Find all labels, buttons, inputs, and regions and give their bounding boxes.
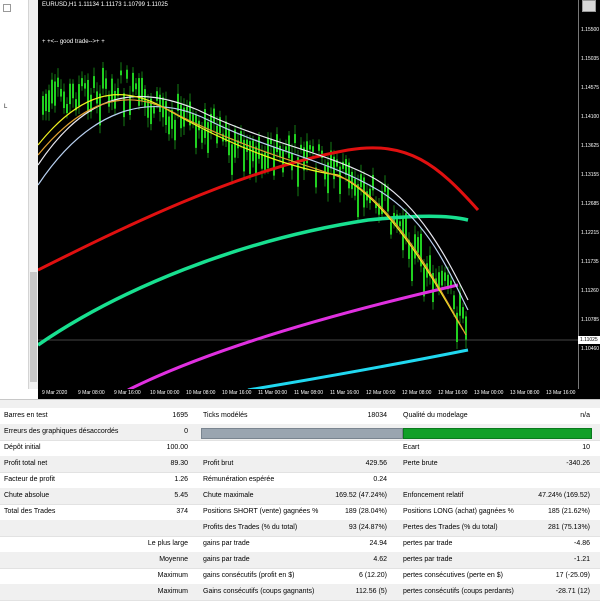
ma-white-line <box>38 95 469 301</box>
trade-annotation: + +<-- good trade-->+ + <box>42 39 105 45</box>
time-tick: 12 Mar 08:00 <box>402 390 432 396</box>
report-row: Dépôt initial 100.00 Ecart 10 <box>0 440 600 457</box>
report-row: Maximum gains consécutifs (profit en $) 6 … <box>0 568 600 585</box>
price-tick: 1.12215 <box>581 230 600 236</box>
time-tick: 11 Mar 00:00 <box>258 390 288 396</box>
report-row: Maximum Gains consécutifs (coups gagnants… <box>0 584 600 601</box>
price-tick: 1.13155 <box>581 172 600 178</box>
time-axis: 9 Mar 2020 9 Mar 08:00 9 Mar 16:00 10 Mar 0… <box>38 389 600 399</box>
report-cell: 18034 <box>367 412 387 419</box>
report-row: Total des Trades 374 Positions SHORT (vent… <box>0 504 600 521</box>
panel-scrollbar[interactable] <box>28 0 38 389</box>
report-row: Facteur de profit 1.26 Rémunération espéré… <box>0 472 600 489</box>
report-cell: Moyenne <box>159 556 188 563</box>
report-row: Profit total net 89.30 Profit brut 429.56 Pe… <box>0 456 600 473</box>
report-cell: 0.24 <box>373 476 387 483</box>
price-tick: 1.11260 <box>581 288 599 294</box>
report-cell: 189 (28.04%) <box>344 508 387 515</box>
time-tick: 9 Mar 08:00 <box>78 390 105 396</box>
time-tick: 9 Mar 16:00 <box>114 390 141 396</box>
report-cell: -4.86 <box>574 540 590 547</box>
chart-close-icon[interactable] <box>582 0 596 12</box>
tester-report: Barres en test 1695 Ticks modélés 18034 Qual… <box>0 408 600 601</box>
report-cell: 281 (75.13%) <box>547 524 590 531</box>
report-cell: 429.56 <box>365 460 387 467</box>
time-tick: 12 Mar 16:00 <box>438 390 468 396</box>
report-cell: 169.52 (47.24%) <box>335 492 387 499</box>
price-tick: 1.14100 <box>581 114 600 120</box>
ma-yellow-line <box>38 94 464 331</box>
report-cell: 17 (-25.09) <box>555 572 590 579</box>
price-tick: 1.12685 <box>581 201 600 207</box>
price-tick: 1.15035 <box>581 56 600 62</box>
ma-magenta-line <box>127 283 459 389</box>
report-cell: -1.21 <box>574 556 590 563</box>
navigator-panel: L <box>0 0 39 389</box>
panel-restore-icon[interactable] <box>3 4 11 12</box>
report-cell: 100.00 <box>166 444 188 451</box>
report-cell: 374 <box>176 508 188 515</box>
time-tick: 11 Mar 16:00 <box>330 390 360 396</box>
panel-label: L <box>4 104 8 110</box>
report-cell: 112.56 (5) <box>355 588 387 595</box>
current-price-tag: 1.11025 <box>578 336 600 344</box>
report-cell: Maximum <box>157 588 188 595</box>
price-tick: 1.11735 <box>581 259 599 265</box>
report-row: Chute absolue 5.45 Chute maximale 169.52 (4… <box>0 488 600 505</box>
report-cell: 24.94 <box>369 540 387 547</box>
ma-cyan-line <box>247 348 469 389</box>
price-axis: 1.15500 1.15035 1.14575 1.14100 1.13625 1.131… <box>578 0 600 389</box>
report-cell: 47.24% (169.52) <box>538 492 590 499</box>
report-row: Moyenne gains par trade 4.62 pertes par tra… <box>0 552 600 569</box>
report-cell: -28.71 (12) <box>555 588 590 595</box>
time-tick: 10 Mar 00:00 <box>150 390 180 396</box>
report-cell: Le plus large <box>147 540 188 547</box>
time-tick: 13 Mar 00:00 <box>474 390 504 396</box>
modeling-quality-bar <box>403 428 592 439</box>
report-row: Profits des Trades (% du total) 93 (24.87… <box>0 520 600 537</box>
report-cell: 5.45 <box>174 492 188 499</box>
report-cell: 1695 <box>172 412 188 419</box>
price-tick: 1.14575 <box>581 85 600 91</box>
report-row: Barres en test 1695 Ticks modélés 18034 Qual… <box>0 408 600 425</box>
report-cell: 4.62 <box>373 556 387 563</box>
report-cell: 10 <box>582 444 590 451</box>
price-chart[interactable]: EURUSD,H1 1.11134 1.11173 1.10799 1.1102… <box>38 0 600 389</box>
price-tick: 1.10460 <box>581 346 600 352</box>
price-tick: 1.15500 <box>581 27 600 33</box>
chart-title: EURUSD,H1 1.11134 1.11173 1.10799 1.1102… <box>42 2 168 8</box>
chart-canvas <box>38 61 578 389</box>
report-cell: -340.26 <box>566 460 590 467</box>
time-tick: 11 Mar 08:00 <box>294 390 324 396</box>
time-tick: 9 Mar 2020 <box>42 390 68 396</box>
scrollbar-thumb[interactable] <box>30 272 37 382</box>
report-cell: 89.30 <box>170 460 188 467</box>
report-row: Le plus large gains par trade 24.94 pertes … <box>0 536 600 553</box>
time-tick: 13 Mar 16:00 <box>546 390 576 396</box>
report-cell: 93 (24.87%) <box>348 524 387 531</box>
report-cell: 6 (12.20) <box>358 572 387 579</box>
time-tick: 13 Mar 08:00 <box>510 390 540 396</box>
report-row: Erreurs des graphiques désaccordés 0 <box>0 424 600 441</box>
time-tick: 12 Mar 00:00 <box>366 390 396 396</box>
report-cell: 185 (21.62%) <box>547 508 590 515</box>
report-cell: 1.26 <box>174 476 188 483</box>
report-cell: 0 <box>184 428 188 435</box>
price-tick: 1.10785 <box>581 317 600 323</box>
time-tick: 10 Mar 08:00 <box>186 390 216 396</box>
price-tick: 1.13625 <box>581 143 600 149</box>
modeled-ticks-bar <box>201 428 403 439</box>
report-cell: n/a <box>580 412 590 419</box>
report-cell: Maximum <box>157 572 188 579</box>
time-tick: 10 Mar 16:00 <box>222 390 252 396</box>
